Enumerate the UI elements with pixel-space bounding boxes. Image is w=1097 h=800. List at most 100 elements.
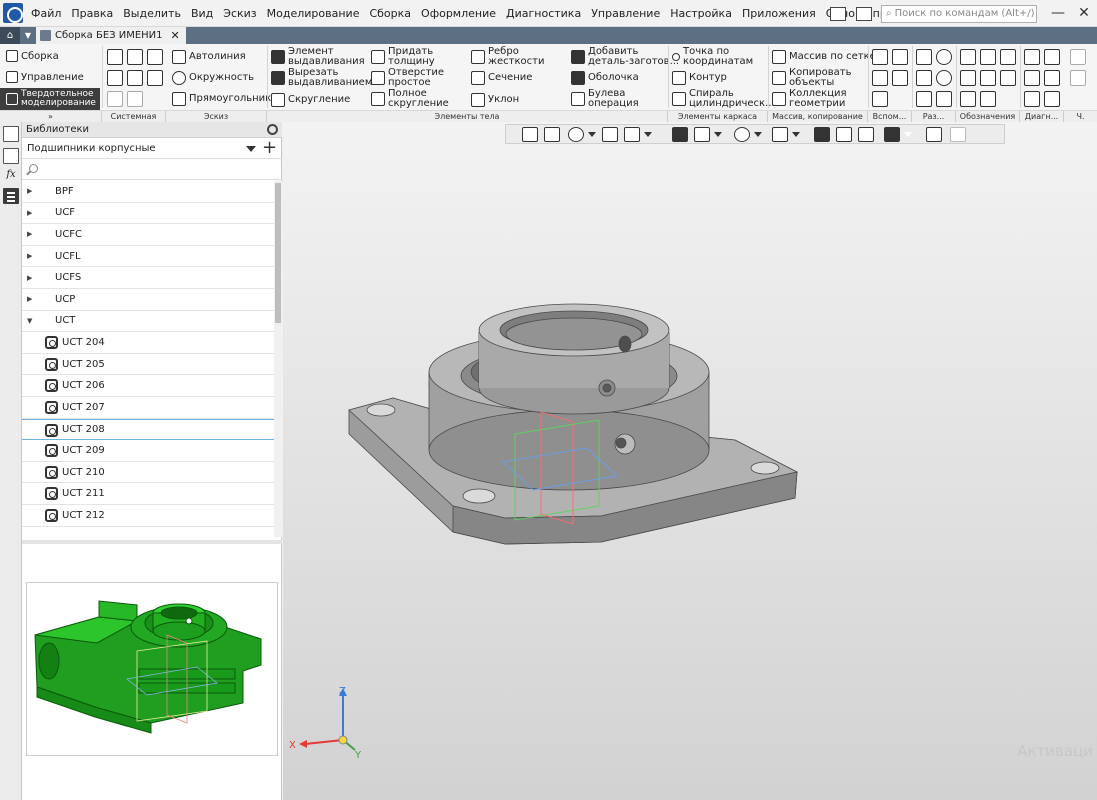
diag-check-icon[interactable] xyxy=(1044,70,1060,86)
gear-icon[interactable] xyxy=(267,124,278,135)
library-part-item[interactable]: UCT 210 xyxy=(22,462,274,484)
menu-item[interactable]: Оформление xyxy=(416,0,501,27)
redo-icon[interactable] xyxy=(127,91,143,107)
chevron-down-icon[interactable] xyxy=(246,146,256,152)
menu-item[interactable]: Моделирование xyxy=(262,0,365,27)
panel-splitter[interactable] xyxy=(22,540,282,544)
ribbon-collapse[interactable]: » xyxy=(0,111,102,122)
geometry-collection-button[interactable]: Коллекция геометрии xyxy=(772,89,847,109)
diag-distance-icon[interactable] xyxy=(1044,49,1060,65)
menu-item[interactable]: Диагностика xyxy=(501,0,586,27)
cut-extrude-button[interactable]: Вырезать выдавливанием xyxy=(271,68,372,88)
library-scrollbar[interactable] xyxy=(274,181,282,537)
aux-point-icon[interactable] xyxy=(892,70,908,86)
chevron-down-icon[interactable]: ▼ xyxy=(20,31,36,40)
split-curve-icon[interactable] xyxy=(936,70,952,86)
collapsed-arrow-icon[interactable]: ▶ xyxy=(27,187,32,195)
collapsed-arrow-icon[interactable]: ▶ xyxy=(27,274,32,282)
base-icon[interactable] xyxy=(960,70,976,86)
library-part-item[interactable]: UCT 209 xyxy=(22,440,274,462)
collapsed-arrow-icon[interactable]: ▶ xyxy=(27,252,32,260)
library-folder-item[interactable]: ▶ UCP xyxy=(22,289,274,311)
minimize-button[interactable]: — xyxy=(1045,0,1071,27)
position-icon[interactable] xyxy=(1000,70,1016,86)
split-edge-icon[interactable] xyxy=(916,91,932,107)
drawing-icon[interactable] xyxy=(1070,49,1086,65)
contour-button[interactable]: Контур xyxy=(672,71,727,85)
variables-icon[interactable]: fx xyxy=(3,168,19,184)
point-coords-button[interactable]: Точка по координатам xyxy=(672,47,753,67)
model-render[interactable]: Z X Y xyxy=(283,122,1097,800)
collapsed-arrow-icon[interactable]: ▶ xyxy=(27,209,32,217)
library-part-item[interactable]: UCT 211 xyxy=(22,483,274,505)
close-button[interactable]: ✕ xyxy=(1071,0,1097,27)
menu-item[interactable]: Вид xyxy=(186,0,218,27)
menu-item[interactable]: Сборка xyxy=(364,0,416,27)
split-face-icon[interactable] xyxy=(916,70,932,86)
properties-icon[interactable] xyxy=(3,148,19,164)
shell-button[interactable]: Оболочка xyxy=(571,71,639,85)
preview-icon[interactable] xyxy=(127,70,143,86)
leader-icon[interactable] xyxy=(1000,49,1016,65)
tab-management[interactable]: Управление xyxy=(0,67,100,87)
split-point-icon[interactable] xyxy=(936,91,952,107)
aux-axis-icon[interactable] xyxy=(872,49,888,65)
menu-item[interactable]: Правка xyxy=(66,0,118,27)
expanded-arrow-icon[interactable]: ▼ xyxy=(27,317,32,325)
library-part-item[interactable]: UCT 208 xyxy=(22,418,274,441)
window-mode-icon[interactable] xyxy=(830,6,846,21)
rectangle-button[interactable]: Прямоугольник xyxy=(172,92,271,106)
menu-item[interactable]: Приложения xyxy=(737,0,821,27)
library-part-item[interactable]: UCT 207 xyxy=(22,397,274,419)
command-search-input[interactable]: ⌕ Поиск по командам (Alt+/) xyxy=(881,4,1037,23)
menu-item[interactable]: Эскиз xyxy=(218,0,261,27)
aux-line-icon[interactable] xyxy=(872,70,888,86)
undo-icon[interactable] xyxy=(107,91,123,107)
boolean-button[interactable]: Булева операция xyxy=(571,89,639,109)
extrude-button[interactable]: Элемент выдавливания xyxy=(271,47,365,67)
app-logo-icon[interactable] xyxy=(3,3,23,23)
weld-icon[interactable] xyxy=(960,91,976,107)
menu-item[interactable]: Файл xyxy=(26,0,66,27)
add-library-icon[interactable]: + xyxy=(262,138,277,158)
thicken-button[interactable]: Придать толщину xyxy=(371,47,435,67)
helix-button[interactable]: Спираль цилиндрическ... xyxy=(672,89,775,109)
libraries-icon[interactable] xyxy=(3,188,19,204)
split-icon[interactable] xyxy=(916,49,932,65)
split-body-icon[interactable] xyxy=(936,49,952,65)
library-part-item[interactable]: UCT 205 xyxy=(22,354,274,376)
menu-item[interactable]: Настройка xyxy=(665,0,737,27)
library-search-input[interactable] xyxy=(22,160,282,180)
tab-assembly[interactable]: Сборка xyxy=(0,46,100,66)
marker-icon[interactable] xyxy=(960,49,976,65)
graphic-viewport[interactable]: Z X Y Активаци xyxy=(283,122,1097,800)
library-part-item[interactable]: UCT 206 xyxy=(22,375,274,397)
collapsed-arrow-icon[interactable]: ▶ xyxy=(27,230,32,238)
library-folder-item[interactable]: ▶ UCFC xyxy=(22,224,274,246)
full-round-button[interactable]: Полное скругление xyxy=(371,89,449,109)
diag-curvature-icon[interactable] xyxy=(1024,91,1040,107)
aux-curve-icon[interactable] xyxy=(872,91,888,107)
new-doc-icon[interactable] xyxy=(107,49,123,65)
simple-hole-button[interactable]: Отверстие простое xyxy=(371,68,444,88)
collapsed-arrow-icon[interactable]: ▶ xyxy=(27,295,32,303)
scrollbar-thumb[interactable] xyxy=(275,183,281,323)
add-blank-button[interactable]: Добавить деталь-заготов... xyxy=(571,47,679,67)
diag-analysis-icon[interactable] xyxy=(1044,91,1060,107)
section-button[interactable]: Сечение xyxy=(471,71,532,85)
library-folder-item[interactable]: ▶ UCF xyxy=(22,203,274,225)
rib-button[interactable]: Ребро жесткости xyxy=(471,47,544,67)
grid-array-button[interactable]: Массив по сетке xyxy=(772,50,876,64)
copy-objects-button[interactable]: Копировать объекты xyxy=(772,68,851,88)
library-folder-item[interactable]: ▼ UCT xyxy=(22,311,274,333)
autoline-button[interactable]: Автолиния xyxy=(172,50,246,64)
drawing-view-icon[interactable] xyxy=(1070,70,1086,86)
close-tab-icon[interactable]: ✕ xyxy=(171,29,180,42)
circle-button[interactable]: Окружность xyxy=(172,71,254,85)
library-part-item[interactable]: UCT 204 xyxy=(22,332,274,354)
roughness-icon[interactable] xyxy=(980,49,996,65)
document-tab[interactable]: Сборка БЕЗ ИМЕНИ1 ✕ xyxy=(36,27,186,44)
diag-mass-icon[interactable] xyxy=(1024,70,1040,86)
model-tree-icon[interactable] xyxy=(3,126,19,142)
home-icon[interactable]: ⌂ xyxy=(0,27,20,44)
